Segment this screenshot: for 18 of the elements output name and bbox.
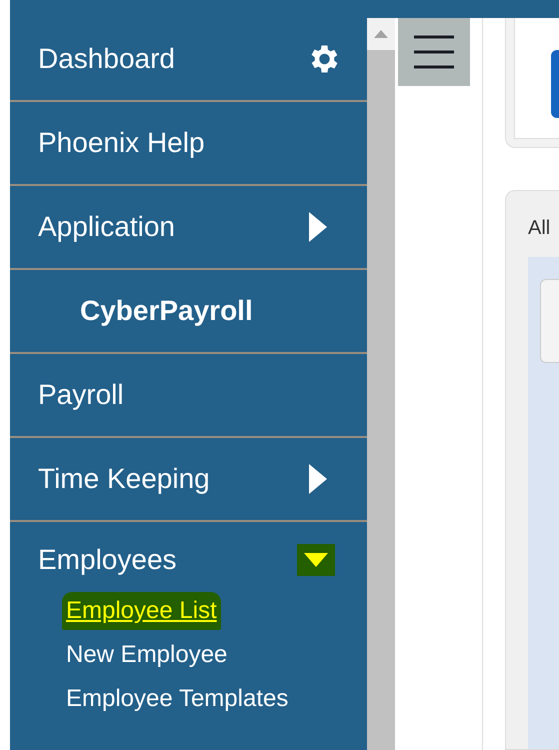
sidebar-item[interactable]: Application — [38, 211, 175, 243]
menu-icon[interactable] — [414, 35, 454, 69]
panel-title: All — [527, 216, 552, 241]
caret-down-icon[interactable] — [297, 544, 335, 576]
button-edge[interactable] — [551, 50, 559, 118]
caret-right-icon[interactable] — [309, 464, 327, 494]
submenu-link[interactable]: Employee List — [62, 592, 221, 630]
caret-right-icon[interactable] — [309, 212, 327, 242]
sidebar-item[interactable]: Dashboard — [38, 43, 175, 75]
sidebar-item[interactable]: Employees — [38, 544, 177, 576]
sidebar-item[interactable]: Payroll — [38, 379, 124, 411]
sidebar-item[interactable]: Phoenix Help — [38, 127, 205, 159]
submenu-link[interactable]: Employee Templates — [62, 680, 292, 718]
menu-button[interactable] — [398, 18, 470, 86]
scrollbar[interactable] — [367, 18, 395, 750]
sidebar-heading: CyberPayroll — [80, 295, 253, 327]
sidebar-item[interactable]: Time Keeping — [38, 463, 210, 495]
submenu-link[interactable]: New Employee — [62, 636, 232, 674]
